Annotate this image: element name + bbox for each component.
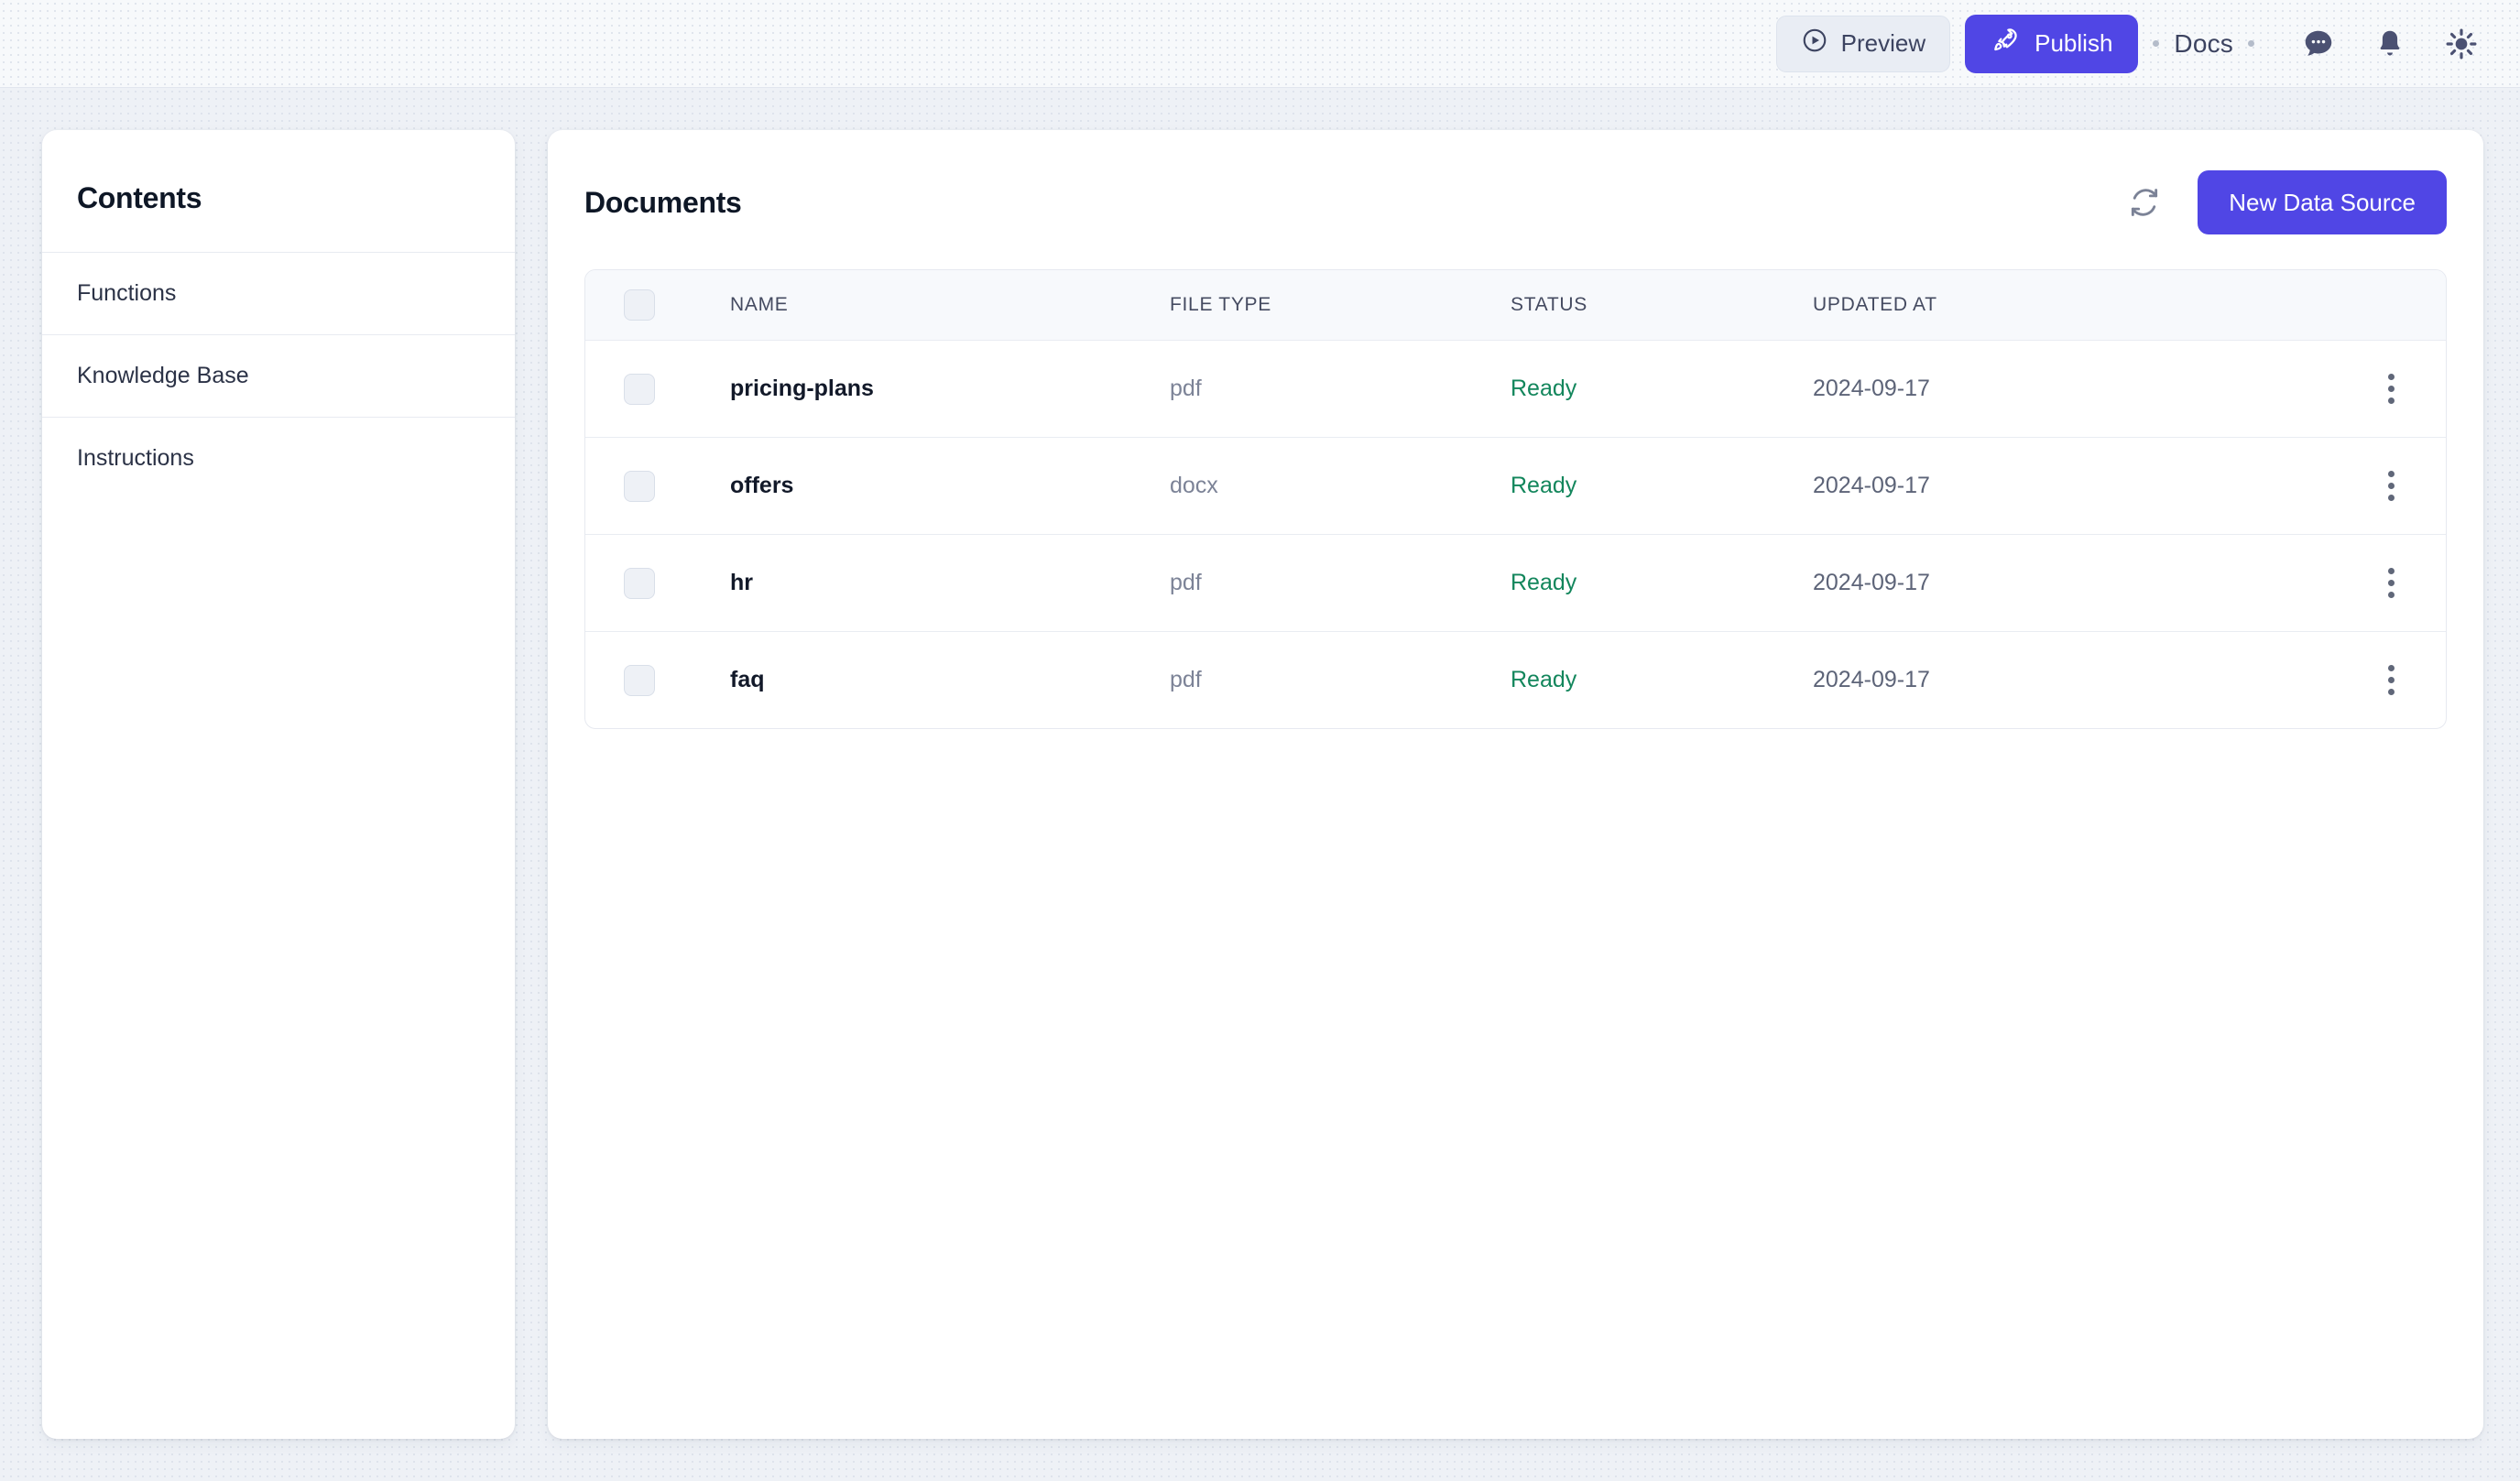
separator-dot-right bbox=[2248, 40, 2254, 47]
chat-bubble-icon[interactable] bbox=[2293, 18, 2344, 70]
table-row[interactable]: hr pdf Ready 2024-09-17 bbox=[585, 534, 2446, 631]
preview-button-label: Preview bbox=[1841, 29, 1925, 58]
row-checkbox[interactable] bbox=[624, 374, 655, 405]
sidebar-item-instructions[interactable]: Instructions bbox=[42, 417, 515, 499]
cell-file-type: pdf bbox=[1170, 376, 1511, 402]
cell-updated-at: 2024-09-17 bbox=[1813, 473, 2336, 499]
rocket-icon bbox=[1991, 26, 2020, 61]
row-checkbox[interactable] bbox=[624, 665, 655, 696]
sidebar-item-knowledge-base[interactable]: Knowledge Base bbox=[42, 334, 515, 417]
page-body: Contents Functions Knowledge Base Instru… bbox=[0, 88, 2520, 1481]
new-data-source-button[interactable]: New Data Source bbox=[2198, 170, 2447, 234]
cell-name: pricing-plans bbox=[730, 376, 1170, 402]
preview-button[interactable]: Preview bbox=[1776, 16, 1950, 72]
select-all-cell bbox=[585, 289, 730, 321]
status-badge: Ready bbox=[1511, 376, 1813, 402]
row-checkbox[interactable] bbox=[624, 471, 655, 502]
row-menu-icon[interactable] bbox=[2367, 365, 2415, 413]
cell-file-type: docx bbox=[1170, 473, 1511, 499]
sidebar-item-functions[interactable]: Functions bbox=[42, 252, 515, 334]
cell-updated-at: 2024-09-17 bbox=[1813, 667, 2336, 693]
sidebar-item-label: Functions bbox=[77, 280, 176, 306]
publish-button-label: Publish bbox=[2035, 29, 2112, 58]
status-badge: Ready bbox=[1511, 570, 1813, 596]
row-checkbox[interactable] bbox=[624, 568, 655, 599]
row-menu-icon[interactable] bbox=[2367, 463, 2415, 510]
row-select-cell bbox=[585, 568, 730, 599]
documents-table: NAME FILE TYPE STATUS UPDATED AT pricing… bbox=[584, 269, 2447, 729]
sidebar-item-label: Instructions bbox=[77, 445, 194, 471]
table-row[interactable]: offers docx Ready 2024-09-17 bbox=[585, 437, 2446, 534]
row-select-cell bbox=[585, 374, 730, 405]
column-header-name[interactable]: NAME bbox=[730, 294, 1170, 316]
top-bar: Preview Publish Docs bbox=[0, 0, 2520, 88]
sidebar-item-label: Knowledge Base bbox=[77, 363, 249, 388]
cell-file-type: pdf bbox=[1170, 570, 1511, 596]
bell-icon[interactable] bbox=[2364, 18, 2416, 70]
documents-header-actions: New Data Source bbox=[2122, 170, 2447, 234]
row-select-cell bbox=[585, 665, 730, 696]
page-title: Documents bbox=[584, 186, 742, 220]
separator-dot-left bbox=[2153, 40, 2159, 47]
row-actions-cell bbox=[2336, 365, 2446, 413]
select-all-checkbox[interactable] bbox=[624, 289, 655, 321]
table-header-row: NAME FILE TYPE STATUS UPDATED AT bbox=[585, 270, 2446, 340]
cell-name: faq bbox=[730, 667, 1170, 693]
contents-sidebar: Contents Functions Knowledge Base Instru… bbox=[42, 130, 515, 1439]
cell-name: hr bbox=[730, 570, 1170, 596]
status-badge: Ready bbox=[1511, 473, 1813, 499]
row-actions-cell bbox=[2336, 463, 2446, 510]
column-header-status[interactable]: STATUS bbox=[1511, 294, 1813, 316]
cell-updated-at: 2024-09-17 bbox=[1813, 376, 2336, 402]
documents-header: Documents New Data Source bbox=[584, 130, 2447, 269]
table-row[interactable]: faq pdf Ready 2024-09-17 bbox=[585, 631, 2446, 728]
sun-theme-icon[interactable] bbox=[2436, 18, 2487, 70]
row-menu-icon[interactable] bbox=[2367, 657, 2415, 704]
refresh-icon[interactable] bbox=[2122, 180, 2166, 224]
table-row[interactable]: pricing-plans pdf Ready 2024-09-17 bbox=[585, 340, 2446, 437]
row-actions-cell bbox=[2336, 657, 2446, 704]
column-header-updated-at[interactable]: UPDATED AT bbox=[1813, 294, 2336, 316]
docs-link[interactable]: Docs bbox=[2174, 29, 2233, 59]
cell-name: offers bbox=[730, 473, 1170, 499]
cell-file-type: pdf bbox=[1170, 667, 1511, 693]
cell-updated-at: 2024-09-17 bbox=[1813, 570, 2336, 596]
row-actions-cell bbox=[2336, 560, 2446, 607]
sidebar-title: Contents bbox=[42, 137, 515, 252]
documents-panel: Documents New Data Source bbox=[548, 130, 2483, 1439]
row-menu-icon[interactable] bbox=[2367, 560, 2415, 607]
publish-button[interactable]: Publish bbox=[1965, 15, 2138, 73]
column-header-file-type[interactable]: FILE TYPE bbox=[1170, 294, 1511, 316]
status-badge: Ready bbox=[1511, 667, 1813, 693]
play-circle-icon bbox=[1801, 27, 1828, 60]
row-select-cell bbox=[585, 471, 730, 502]
